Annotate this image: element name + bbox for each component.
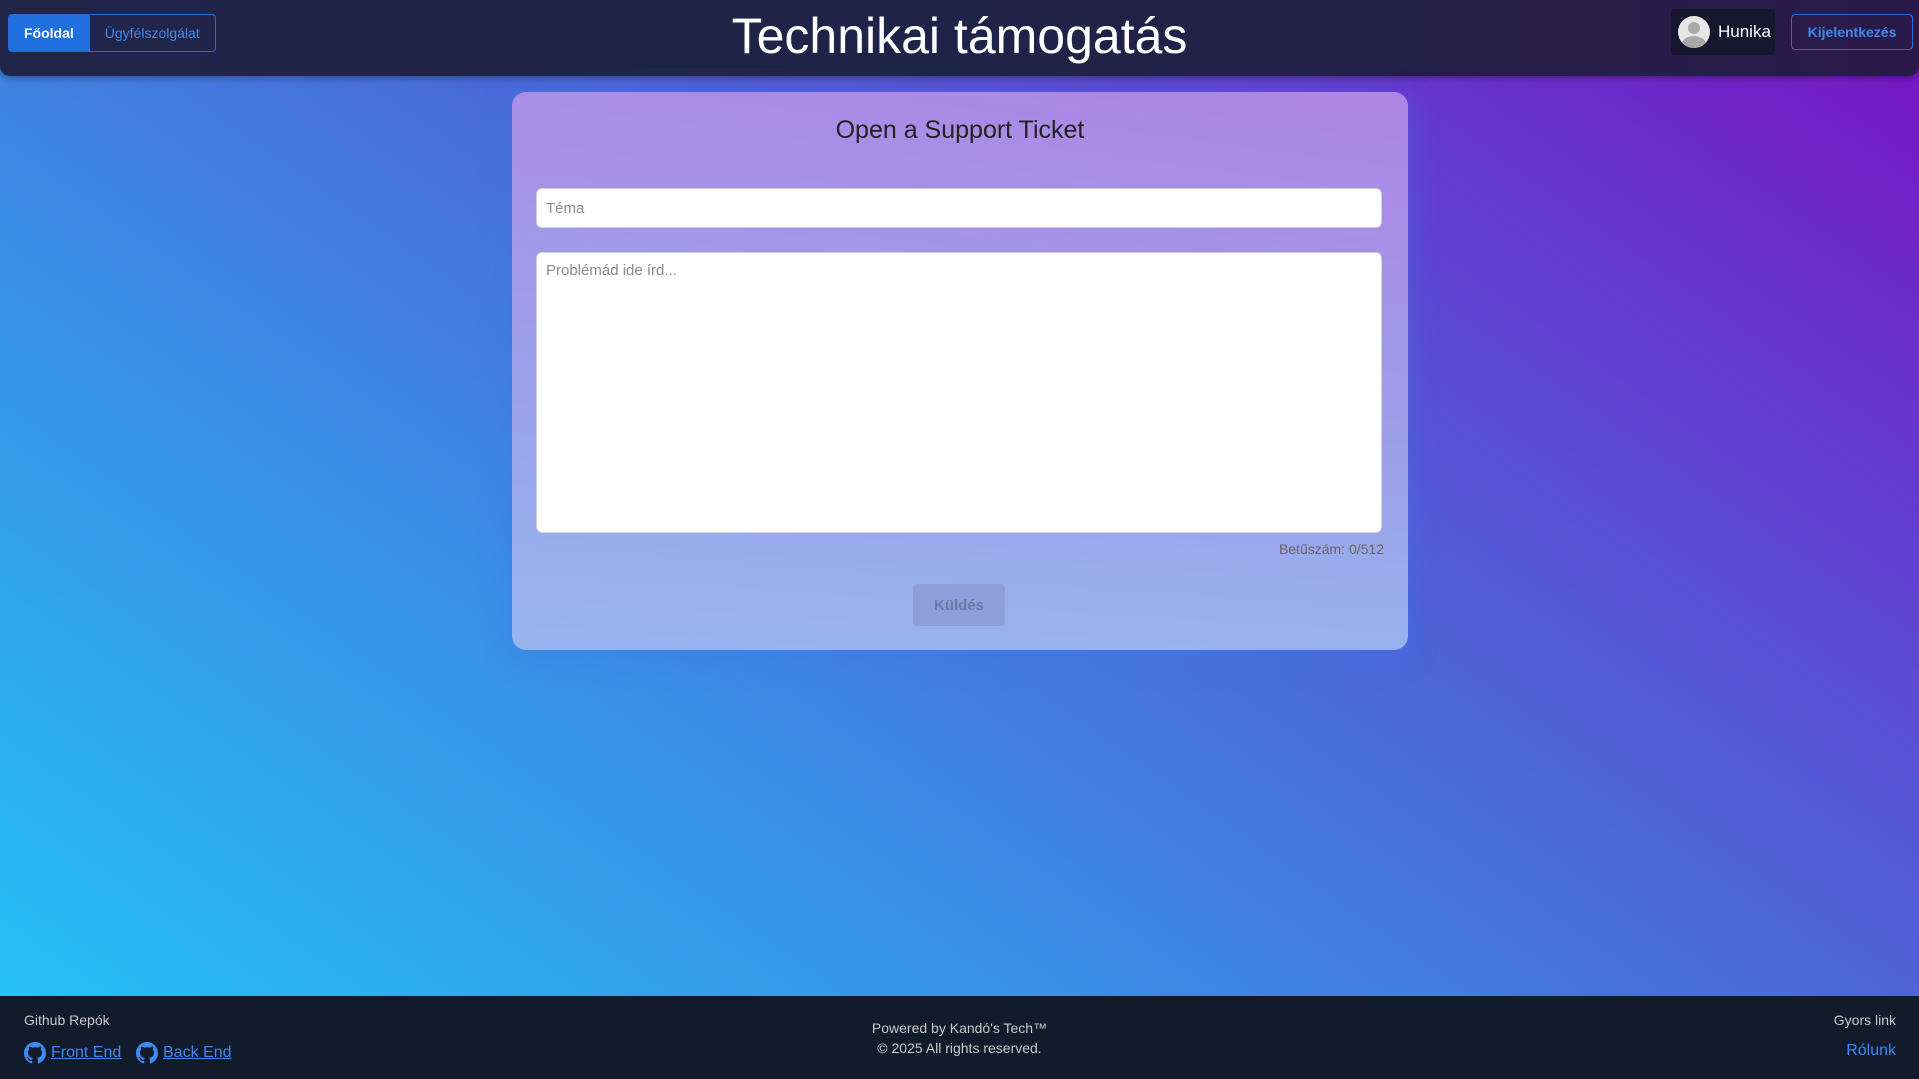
username: Hunika xyxy=(1718,22,1771,41)
copyright-text: © 2025 All rights reserved. xyxy=(877,1040,1042,1056)
footer-credits: Powered by Kandó's Tech™ © 2025 All righ… xyxy=(0,1018,1919,1058)
footer: Github Repók Front End Back End Powered … xyxy=(0,996,1919,1079)
top-header: Főoldal Ügyfélszolgálat Technikai támoga… xyxy=(0,0,1919,76)
submit-button[interactable]: Küldés xyxy=(913,584,1005,626)
user-profile[interactable]: Hunika xyxy=(1671,9,1775,55)
quick-links-title: Gyors link xyxy=(1833,1012,1896,1028)
about-link[interactable]: Rólunk xyxy=(1846,1042,1896,1060)
char-counter: Betűszám: 0/512 xyxy=(1278,541,1384,557)
page-title: Technikai támogatás xyxy=(731,8,1188,64)
ticket-form-title: Open a Support Ticket xyxy=(835,116,1085,144)
problem-textarea[interactable] xyxy=(536,252,1382,533)
logout-button[interactable]: Kijelentkezés xyxy=(1791,14,1913,50)
user-avatar-icon xyxy=(1678,16,1710,48)
subject-input[interactable] xyxy=(536,188,1382,228)
powered-by-text: Powered by Kandó's Tech™ xyxy=(871,1020,1048,1036)
ticket-card: Open a Support Ticket Betűszám: 0/512 Kü… xyxy=(512,92,1408,650)
